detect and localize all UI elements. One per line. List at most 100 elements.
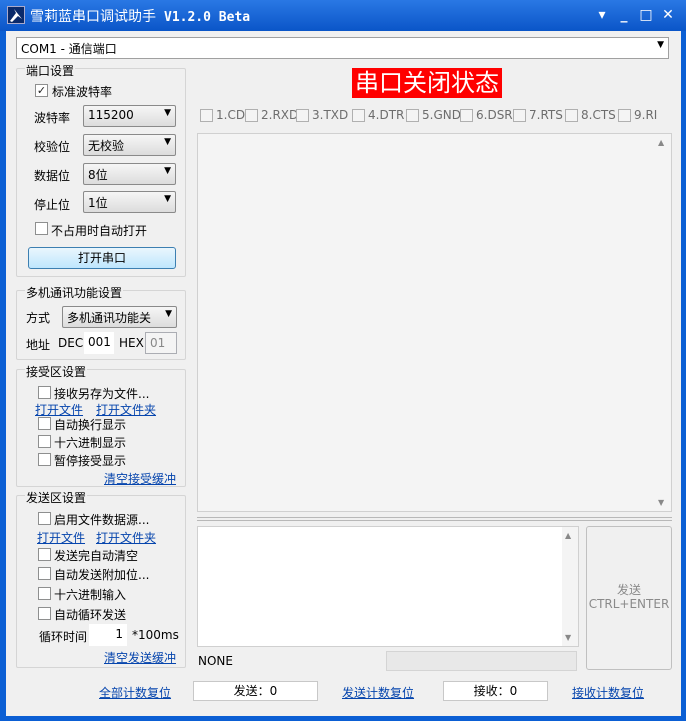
hex-input-label: 十六进制输入 (54, 588, 127, 602)
scroll-down-icon[interactable]: ▼ (565, 633, 571, 642)
scroll-up-icon[interactable]: ▲ (565, 531, 571, 540)
app-title: 雪莉蓝串口调试助手 (30, 9, 156, 25)
stopbits-value: 1位 (88, 196, 108, 210)
pin-label: 8.CTS (581, 108, 616, 122)
menu-dropdown-icon[interactable]: ▾ (592, 5, 612, 25)
title-bar[interactable]: 雪莉蓝串口调试助手 V1.2.0 Beta ▾ _ □ ✕ (0, 0, 686, 31)
pin-label: 9.RI (634, 108, 658, 122)
stopbits-select[interactable]: 1位 ▼ (83, 191, 176, 213)
open-port-button[interactable]: 打开串口 (28, 247, 176, 269)
clear-receive-link[interactable]: 清空接受缓冲 (104, 470, 176, 487)
auto-wrap-checkbox[interactable] (38, 417, 51, 430)
hex-display-label: 十六进制显示 (54, 436, 127, 450)
maximize-button[interactable]: □ (636, 5, 656, 25)
send-button[interactable]: 发送 CTRL+ENTER (586, 526, 672, 670)
dec-label: DEC (58, 336, 84, 350)
loop-send-checkbox[interactable] (38, 607, 51, 620)
databits-select[interactable]: 8位 ▼ (83, 163, 176, 185)
port-settings-group: 端口设置 ✓ 标准波特率 波特率 115200 ▼ 校验位 无校验 ▼ 数据位 … (16, 62, 186, 277)
save-to-file-label: 接收另存为文件... (54, 387, 150, 401)
parity-select[interactable]: 无校验 ▼ (83, 134, 176, 156)
receive-scrollbar[interactable]: ▲ ▼ (655, 134, 671, 511)
port-select[interactable]: COM1 - 通信端口 ▼ (16, 37, 669, 59)
receive-settings-title: 接受区设置 (25, 363, 88, 380)
reset-received-count-link[interactable]: 接收计数复位 (572, 684, 644, 701)
send-button-label: 发送 (616, 583, 641, 597)
pin-label: 1.CD (216, 108, 246, 122)
interval-label: 循环时间 (39, 630, 88, 644)
append-status: NONE (198, 654, 233, 668)
hex-display-checkbox[interactable] (38, 435, 51, 448)
reset-all-counts-link[interactable]: 全部计数复位 (99, 684, 171, 701)
file-source-checkbox[interactable] (38, 512, 51, 525)
hex-input-checkbox[interactable] (38, 587, 51, 600)
splitter[interactable] (197, 517, 672, 521)
chevron-down-icon: ▼ (164, 108, 171, 118)
progress-bar (386, 651, 577, 671)
dec-input[interactable]: 001 (84, 332, 114, 354)
auto-wrap-label: 自动换行显示 (54, 418, 127, 432)
close-button[interactable]: ✕ (658, 5, 678, 25)
send-open-folder-link[interactable]: 打开文件夹 (96, 529, 156, 546)
received-count: 接收：0 (443, 681, 548, 701)
mode-label: 方式 (26, 311, 51, 325)
baud-value: 115200 (88, 108, 134, 122)
auto-open-label: 不占用时自动打开 (51, 224, 148, 238)
receive-textarea[interactable]: ▲ ▼ (197, 133, 672, 512)
port-select-value: COM1 - 通信端口 (21, 42, 117, 56)
mode-select[interactable]: 多机通讯功能关 ▼ (62, 306, 177, 328)
sent-count: 发送：0 (193, 681, 318, 701)
send-textarea[interactable]: ▲ ▼ (197, 526, 579, 647)
pause-receive-checkbox[interactable] (38, 453, 51, 466)
pin-indicator (352, 109, 365, 122)
reset-sent-count-link[interactable]: 发送计数复位 (342, 684, 414, 701)
hex-label: HEX (119, 336, 144, 350)
baud-label: 波特率 (34, 111, 71, 125)
parity-label: 校验位 (34, 140, 71, 154)
pin-label: 5.GND (422, 108, 461, 122)
pin-label: 2.RXD (261, 108, 299, 122)
pin-indicator (565, 109, 578, 122)
send-settings-group: 发送区设置 启用文件数据源... 打开文件 打开文件夹 发送完自动清空 自动发送… (16, 489, 186, 668)
hex-input[interactable]: 01 (145, 332, 177, 354)
stopbits-label: 停止位 (34, 198, 71, 212)
baud-select[interactable]: 115200 ▼ (83, 105, 176, 127)
append-bits-label: 自动发送附加位... (54, 568, 150, 582)
chevron-down-icon: ▼ (657, 40, 664, 50)
auto-open-checkbox[interactable] (35, 222, 48, 235)
save-to-file-checkbox[interactable] (38, 386, 51, 399)
auto-clear-label: 发送完自动清空 (54, 549, 139, 563)
port-status-banner: 串口关闭状态 (352, 68, 502, 98)
std-baud-checkbox[interactable]: ✓ (35, 84, 48, 97)
pin-indicator (618, 109, 631, 122)
pin-label: 3.TXD (312, 108, 349, 122)
pin-indicator (460, 109, 473, 122)
scroll-up-icon[interactable]: ▲ (658, 138, 664, 147)
send-settings-title: 发送区设置 (25, 489, 88, 506)
file-source-label: 启用文件数据源... (54, 513, 150, 527)
databits-value: 8位 (88, 168, 108, 182)
send-open-file-link[interactable]: 打开文件 (37, 529, 85, 546)
interval-input[interactable]: 1 (89, 624, 127, 646)
address-label: 地址 (26, 338, 51, 352)
std-baud-label: 标准波特率 (52, 85, 113, 99)
auto-clear-checkbox[interactable] (38, 548, 51, 561)
pin-indicator (200, 109, 213, 122)
send-button-shortcut: CTRL+ENTER (588, 597, 670, 611)
send-scrollbar[interactable]: ▲ ▼ (562, 527, 578, 646)
pin-indicator (296, 109, 309, 122)
pause-receive-label: 暂停接受显示 (54, 454, 127, 468)
pin-indicator (406, 109, 419, 122)
minimize-button[interactable]: _ (614, 5, 634, 25)
append-bits-checkbox[interactable] (38, 567, 51, 580)
port-settings-title: 端口设置 (25, 62, 76, 79)
clear-send-link[interactable]: 清空发送缓冲 (104, 649, 176, 666)
pin-label: 4.DTR (368, 108, 405, 122)
pin-label: 6.DSR (476, 108, 513, 122)
chevron-down-icon: ▼ (164, 137, 171, 147)
scroll-down-icon[interactable]: ▼ (658, 498, 664, 507)
pin-indicator (245, 109, 258, 122)
interval-unit: *100ms (132, 628, 179, 642)
window-title: 雪莉蓝串口调试助手 V1.2.0 Beta (30, 6, 250, 26)
chevron-down-icon: ▼ (164, 194, 171, 204)
